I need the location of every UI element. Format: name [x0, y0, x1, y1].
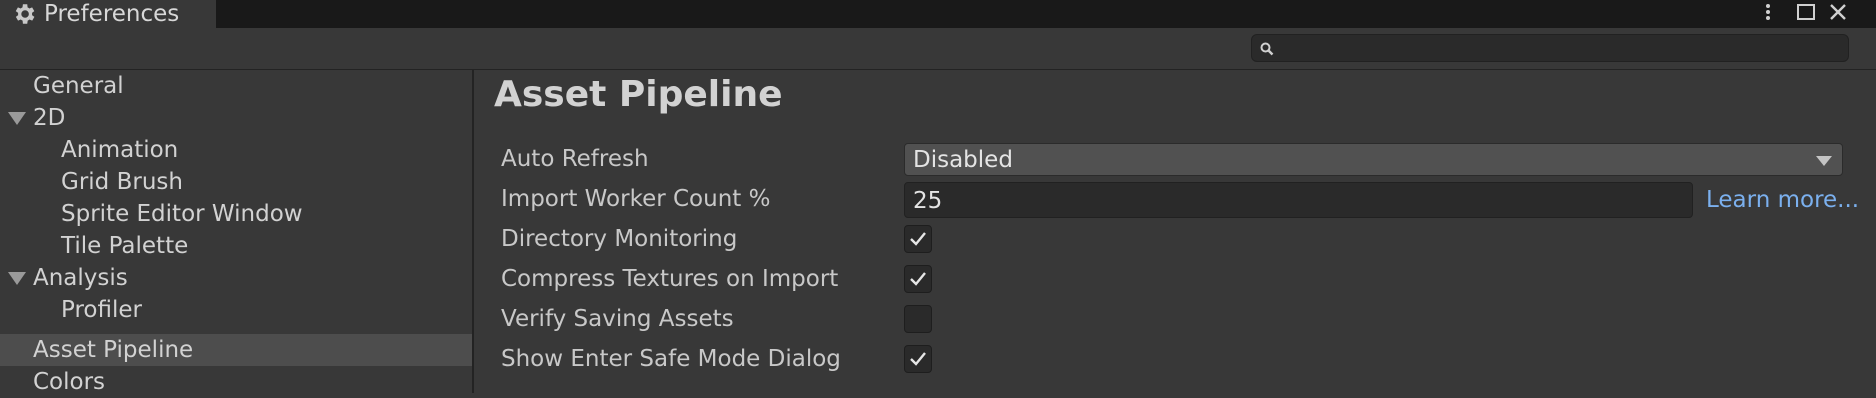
chevron-down-icon — [1816, 156, 1832, 166]
close-icon[interactable] — [1826, 0, 1850, 24]
expand-triangle-icon[interactable] — [8, 112, 26, 125]
sidebar-item-label: Asset Pipeline — [33, 337, 194, 363]
search-field[interactable] — [1251, 34, 1849, 62]
checkmark-icon — [910, 352, 926, 366]
sidebar-item-2d[interactable]: 2D — [0, 102, 472, 134]
sidebar: General 2D Animation Grid Brush Sprite E… — [0, 70, 474, 395]
sidebar-item-sprite-editor-window[interactable]: Sprite Editor Window — [0, 198, 472, 230]
auto-refresh-dropdown[interactable]: Disabled — [904, 143, 1843, 176]
safe-mode-dialog-label: Show Enter Safe Mode Dialog — [501, 346, 841, 372]
toolbar — [0, 28, 1876, 70]
directory-monitoring-checkbox[interactable] — [904, 225, 932, 253]
sidebar-item-animation[interactable]: Animation — [0, 134, 472, 166]
sidebar-item-tile-palette[interactable]: Tile Palette — [0, 230, 472, 262]
expand-triangle-icon[interactable] — [8, 272, 26, 285]
preferences-tab[interactable]: Preferences — [0, 0, 216, 28]
sidebar-item-label: Analysis — [33, 265, 128, 291]
search-icon — [1260, 41, 1274, 60]
import-worker-count-field[interactable]: 25 — [904, 182, 1693, 218]
sidebar-item-label: Grid Brush — [61, 169, 183, 195]
sidebar-item-grid-brush[interactable]: Grid Brush — [0, 166, 472, 198]
auto-refresh-value: Disabled — [913, 147, 1013, 173]
checkmark-icon — [910, 232, 926, 246]
sidebar-item-label: Sprite Editor Window — [61, 201, 303, 227]
sidebar-item-label: Tile Palette — [61, 233, 189, 259]
compress-textures-checkbox[interactable] — [904, 265, 932, 293]
settings-panel: Asset Pipeline Auto Refresh Disabled Imp… — [474, 70, 1876, 393]
compress-textures-label: Compress Textures on Import — [501, 266, 839, 292]
sidebar-item-label: Colors — [33, 369, 106, 395]
safe-mode-dialog-checkbox[interactable] — [904, 345, 932, 373]
title-bar: Preferences — [0, 0, 1876, 28]
maximize-icon[interactable] — [1794, 0, 1818, 24]
gear-icon — [10, 0, 38, 28]
sidebar-item-analysis[interactable]: Analysis — [0, 262, 472, 294]
sidebar-item-label: Profiler — [61, 297, 142, 323]
import-worker-count-label: Import Worker Count % — [501, 186, 771, 212]
search-input[interactable] — [1282, 37, 1846, 61]
window-title: Preferences — [44, 1, 180, 27]
directory-monitoring-label: Directory Monitoring — [501, 226, 738, 252]
learn-more-link[interactable]: Learn more... — [1706, 187, 1859, 213]
sidebar-item-general[interactable]: General — [0, 70, 472, 102]
checkmark-icon — [910, 272, 926, 286]
sidebar-item-label: Animation — [61, 137, 179, 163]
sidebar-item-label: 2D — [33, 105, 66, 131]
sidebar-item-asset-pipeline[interactable]: Asset Pipeline — [0, 334, 472, 366]
import-worker-count-value: 25 — [913, 188, 943, 214]
verify-saving-assets-checkbox[interactable] — [904, 305, 932, 333]
kebab-menu-icon[interactable] — [1760, 0, 1776, 24]
auto-refresh-label: Auto Refresh — [501, 146, 649, 172]
verify-saving-assets-label: Verify Saving Assets — [501, 306, 734, 332]
sidebar-item-profiler[interactable]: Profiler — [0, 294, 472, 326]
sidebar-item-colors[interactable]: Colors — [0, 366, 472, 398]
sidebar-item-label: General — [33, 73, 124, 99]
page-title: Asset Pipeline — [494, 74, 783, 115]
